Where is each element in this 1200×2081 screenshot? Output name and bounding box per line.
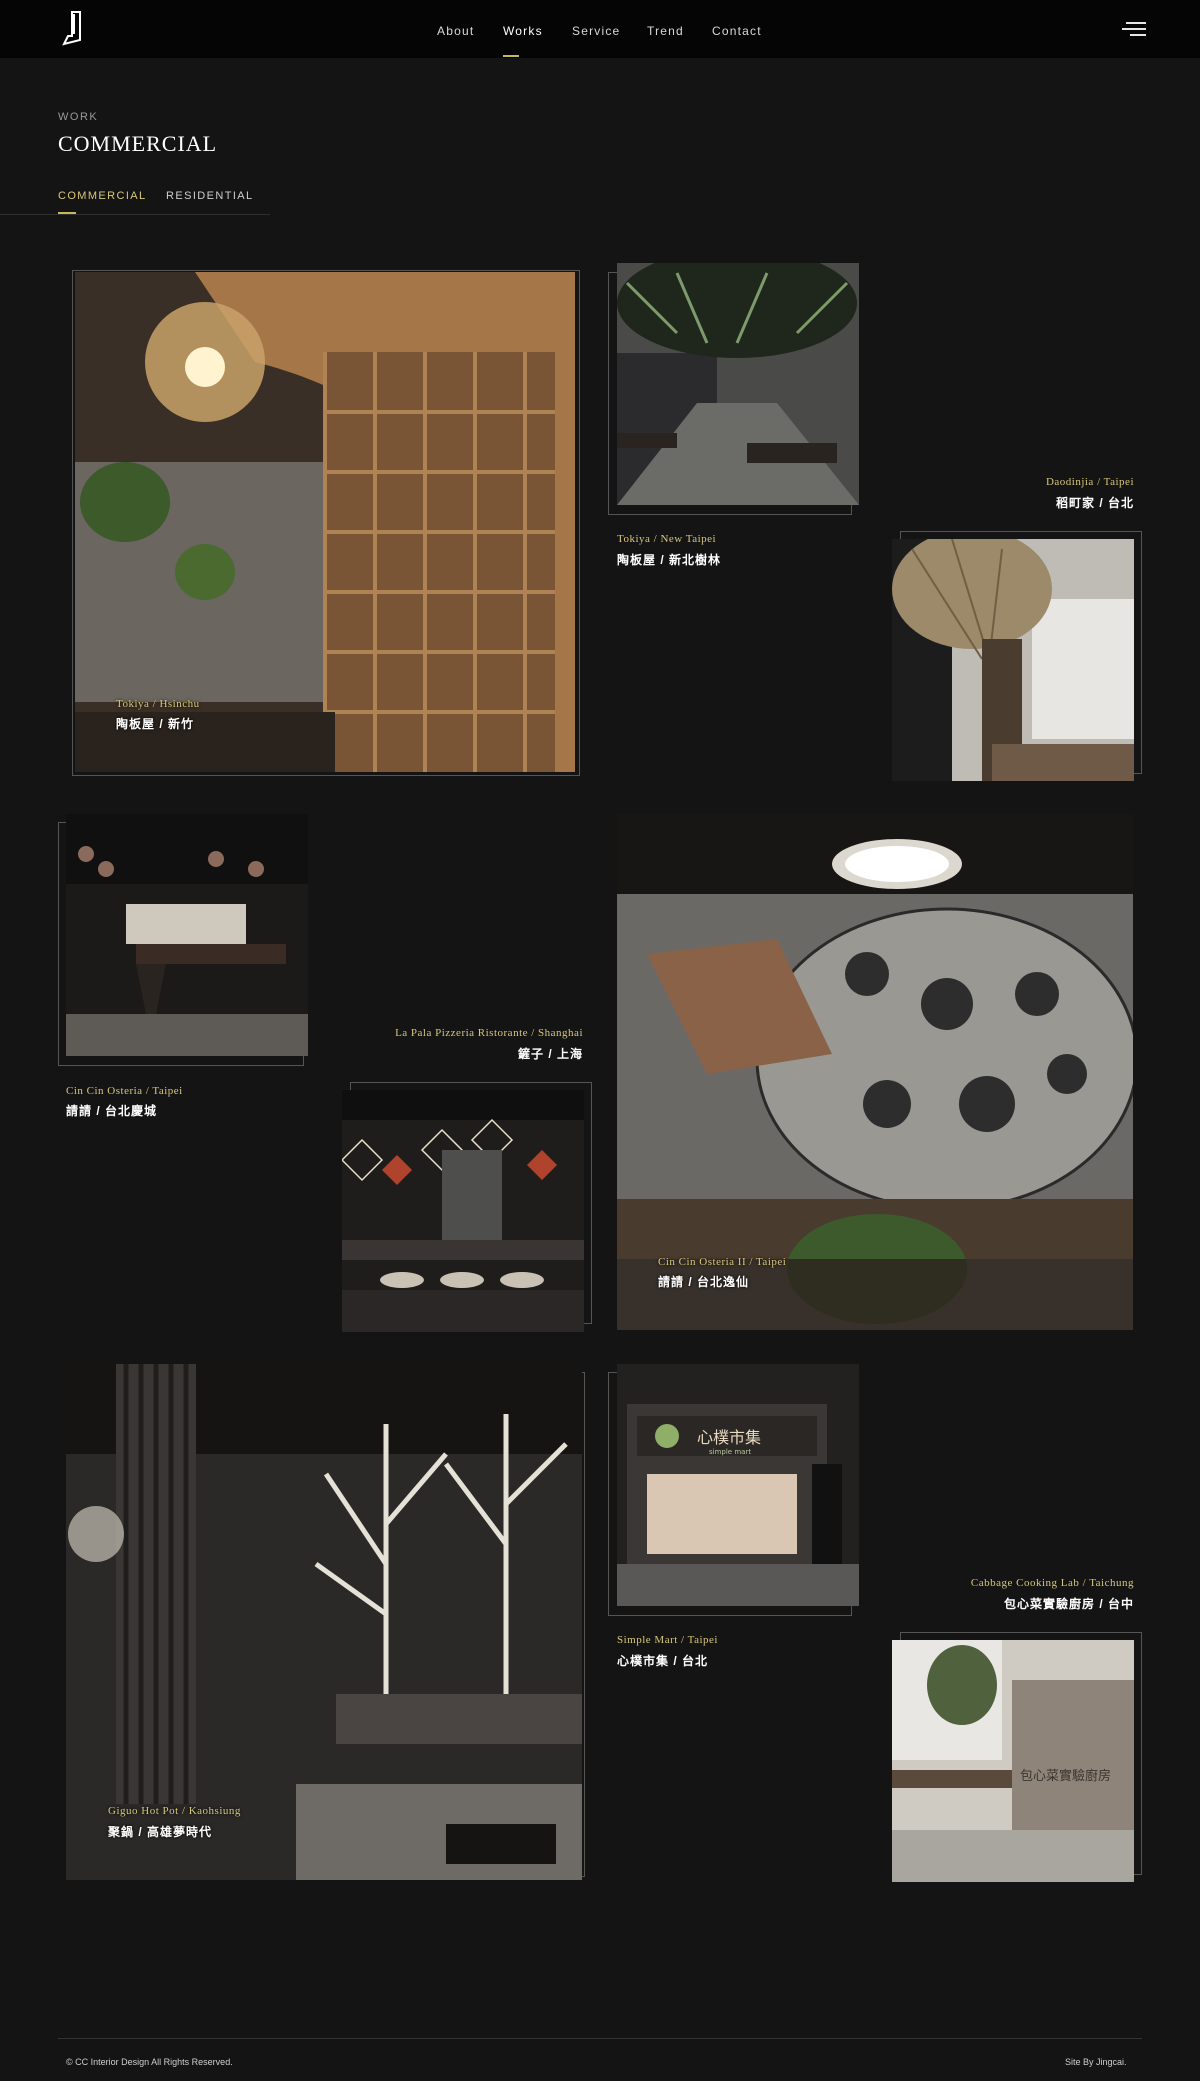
tab-commercial[interactable]: COMMERCIAL bbox=[58, 190, 147, 202]
nav-item-contact[interactable]: Contact bbox=[712, 24, 762, 38]
project-caption-zh: 陶板屋 / 新北樹林 bbox=[617, 553, 722, 567]
project-caption-en: Cin Cin Osteria / Taipei bbox=[66, 1085, 183, 1097]
project-image-daodinjia[interactable] bbox=[892, 539, 1134, 781]
hamburger-menu-icon[interactable] bbox=[1122, 20, 1146, 38]
store-signage-text: 包心菜實驗廚房 bbox=[1020, 1768, 1111, 1784]
project-caption-zh: 聚鍋 / 高雄夢時代 bbox=[108, 1825, 213, 1839]
page-title: COMMERCIAL bbox=[58, 131, 218, 156]
project-caption-zh: 請請 / 台北逸仙 bbox=[658, 1275, 750, 1289]
tab-residential[interactable]: RESIDENTIAL bbox=[166, 190, 254, 202]
project-caption-zh: 陶板屋 / 新竹 bbox=[116, 717, 195, 731]
footer-copyright: © CC Interior Design All Rights Reserved… bbox=[66, 2057, 233, 2067]
project-caption-en: Cabbage Cooking Lab / Taichung bbox=[970, 1577, 1134, 1589]
project-caption-en: Tokiya / New Taipei bbox=[617, 533, 717, 545]
store-signage-text: 心樸市集 bbox=[697, 1428, 761, 1447]
nav-item-about[interactable]: About bbox=[437, 24, 474, 38]
nav-item-service[interactable]: Service bbox=[572, 24, 620, 38]
project-caption-en: Tokiya / Hsinchu bbox=[116, 698, 200, 710]
project-caption-zh: 心樸市集 / 台北 bbox=[617, 1654, 709, 1668]
project-caption-en: Daodinjia / Taipei bbox=[1045, 476, 1134, 488]
project-caption-zh: 請請 / 台北慶城 bbox=[66, 1104, 158, 1118]
active-tab-indicator bbox=[58, 212, 76, 214]
project-caption-en: Giguo Hot Pot / Kaohsiung bbox=[108, 1805, 241, 1817]
project-caption-en: Simple Mart / Taipei bbox=[617, 1634, 718, 1646]
section-kicker: WORK bbox=[58, 111, 99, 123]
footer-credit-link[interactable]: Site By Jingcai. bbox=[1065, 2057, 1127, 2067]
project-image-cabbage-cooking-lab[interactable]: 包心菜實驗廚房 bbox=[892, 1640, 1134, 1882]
project-image-cin-cin-osteria-ii[interactable] bbox=[617, 814, 1133, 1330]
project-caption-zh: 包心菜實驗廚房 / 台中 bbox=[1003, 1597, 1134, 1611]
footer-divider bbox=[58, 2038, 1142, 2039]
project-image-cin-cin-osteria[interactable] bbox=[66, 814, 308, 1056]
project-caption-zh: 稻町家 / 台北 bbox=[1055, 496, 1134, 510]
project-image-tokiya-hsinchu[interactable] bbox=[75, 272, 575, 772]
nav-item-works[interactable]: Works bbox=[503, 24, 543, 38]
active-nav-indicator bbox=[503, 55, 519, 57]
project-image-giguo-hot-pot[interactable] bbox=[66, 1364, 582, 1880]
project-image-tokiya-new-taipei[interactable] bbox=[617, 263, 859, 505]
project-image-la-pala[interactable] bbox=[342, 1090, 584, 1332]
nav-item-trend[interactable]: Trend bbox=[647, 24, 684, 38]
brand-logo[interactable] bbox=[58, 10, 86, 46]
category-tabs: COMMERCIAL RESIDENTIAL bbox=[0, 190, 270, 215]
project-image-simple-mart[interactable]: 心樸市集 simple mart bbox=[617, 1364, 859, 1606]
project-caption-en: La Pala Pizzeria Ristorante / Shanghai bbox=[395, 1027, 583, 1039]
project-caption-zh: 鏟子 / 上海 bbox=[517, 1047, 583, 1061]
store-signage-text-en: simple mart bbox=[709, 1448, 751, 1456]
top-navigation-bar: About Works Service Trend Contact bbox=[0, 0, 1200, 58]
project-caption-en: Cin Cin Osteria II / Taipei bbox=[658, 1256, 787, 1268]
